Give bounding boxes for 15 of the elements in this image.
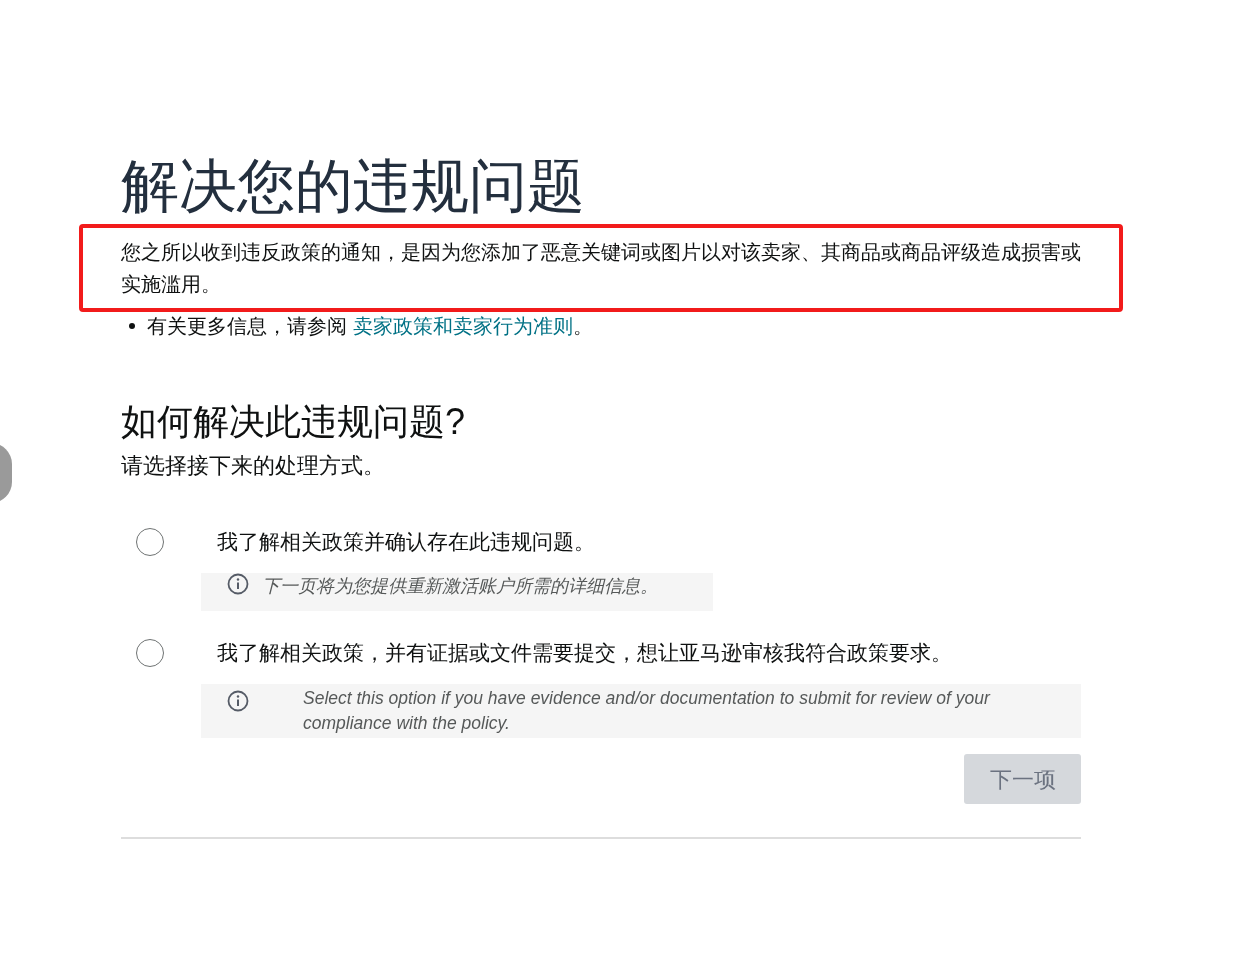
page-title: 解决您的违规问题 [121, 152, 586, 220]
policy-link[interactable]: 卖家政策和卖家行为准则 [352, 315, 573, 337]
info-icon [227, 690, 249, 712]
info-icon [227, 573, 249, 595]
info-note-text: 下一页将为您提供重新激活账户所需的详细信息。 [262, 575, 658, 598]
prompt-text: 请选择接下来的处理方式。 [121, 452, 386, 480]
radio-button[interactable] [136, 528, 164, 556]
option-label[interactable]: 我了解相关政策，并有证据或文件需要提交，想让亚马逊审核我符合政策要求。 [217, 637, 952, 669]
section-heading: 如何解决此违规问题? [121, 400, 467, 444]
radio-button[interactable] [136, 639, 164, 667]
info-note-text: Select this option if you have evidence and/or documentation to submit for review of your compliance with the policy. [303, 687, 992, 735]
option-label[interactable]: 我了解相关政策并确认存在此违规问题。 [217, 526, 595, 558]
notice-text: 您之所以收到违反政策的通知，是因为您添加了恶意关键词或图片以对该卖家、其商品或商品评级造成损害或实施滥用。 [121, 240, 1081, 297]
more-info-text: 有关更多信息，请参阅 卖家政策和卖家行为准则。 [147, 314, 593, 339]
bullet-icon [129, 323, 135, 329]
